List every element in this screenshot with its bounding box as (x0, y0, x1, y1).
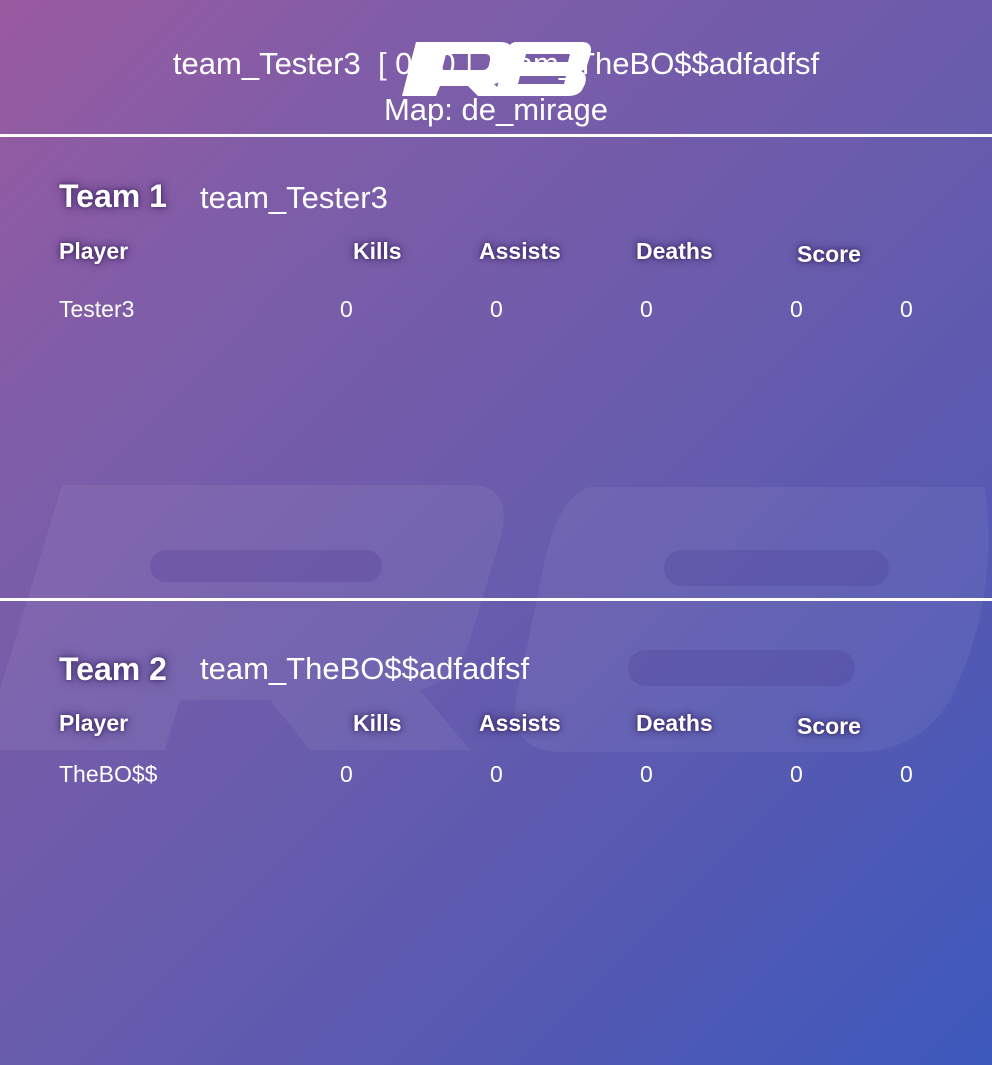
header-divider (0, 134, 992, 137)
player-extra-stat: 0 (900, 761, 913, 787)
r8-logo (402, 42, 591, 96)
team-divider (0, 598, 992, 601)
player-name: TheBO$$ (59, 761, 158, 787)
team-name: team_Tester3 (200, 180, 388, 215)
match-header: team_Tester3 [ 0 : 0 ] team_TheBO$$adfad… (0, 0, 992, 134)
column-score: Score (797, 713, 861, 739)
watermark-logo (0, 485, 989, 752)
player-kills: 0 (340, 761, 353, 787)
column-deaths: Deaths (636, 710, 713, 736)
player-kills: 0 (340, 296, 353, 322)
team-heading: Team 1 (59, 178, 167, 214)
player-score: 0 (790, 761, 803, 787)
team-heading: Team 2 (59, 651, 167, 687)
player-name: Tester3 (59, 296, 135, 322)
column-kills: Kills (353, 710, 402, 736)
column-player: Player (59, 710, 129, 736)
column-player: Player (59, 238, 129, 264)
player-assists: 0 (490, 761, 503, 787)
player-extra-stat: 0 (900, 296, 913, 322)
player-deaths: 0 (640, 296, 653, 322)
column-deaths: Deaths (636, 238, 713, 264)
column-assists: Assists (479, 238, 561, 264)
column-kills: Kills (353, 238, 402, 264)
player-deaths: 0 (640, 761, 653, 787)
column-score: Score (797, 241, 861, 267)
column-assists: Assists (479, 710, 561, 736)
player-score: 0 (790, 296, 803, 322)
player-assists: 0 (490, 296, 503, 322)
team-name: team_TheBO$$adfadfsf (200, 651, 530, 686)
